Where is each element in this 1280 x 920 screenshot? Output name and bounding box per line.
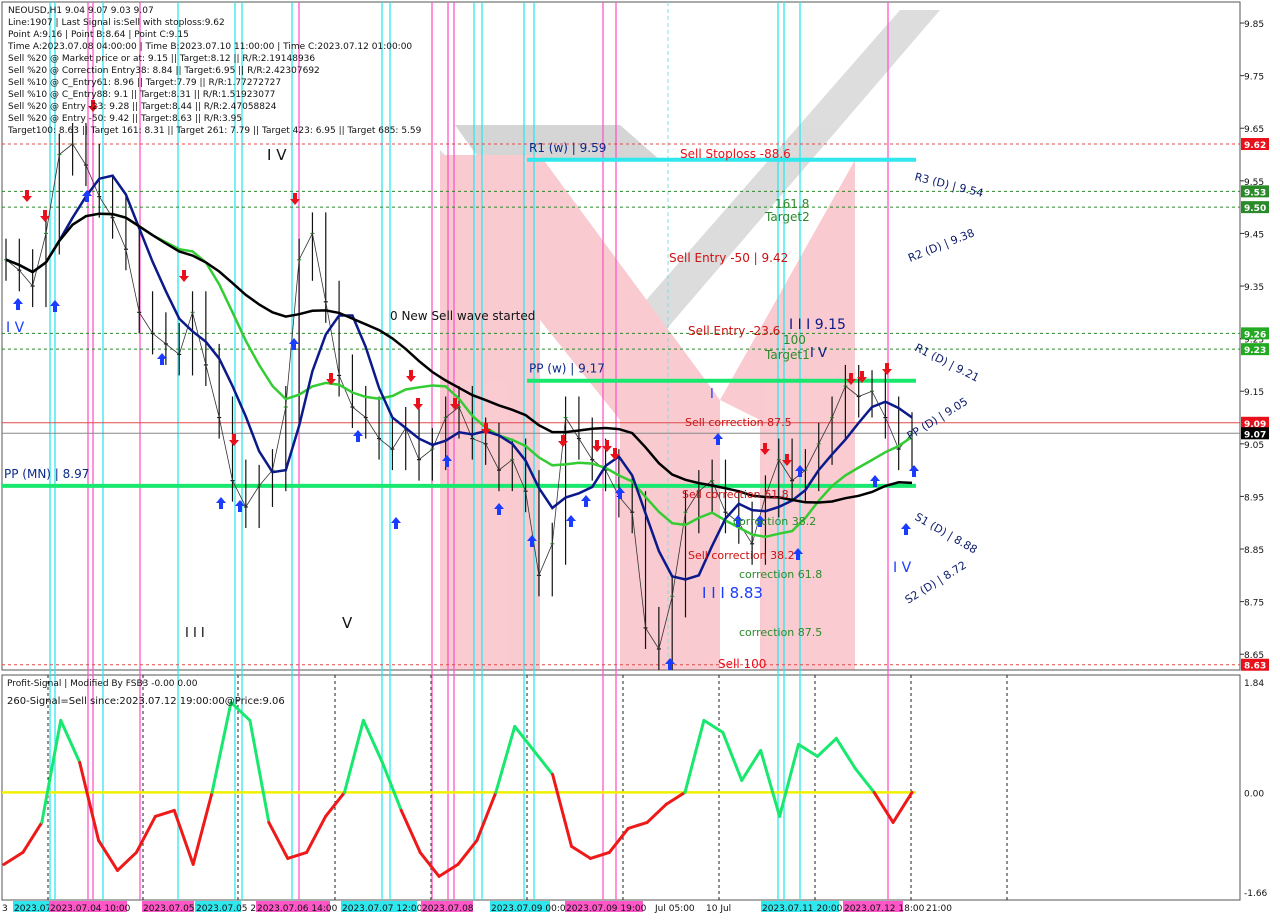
annotation-corr-875: correction 87.5 [739,626,822,639]
price-tick-label: 8.85 [1244,546,1264,556]
annotation-target1: Target1 [764,348,810,362]
price-badge-label: 9.23 [1244,346,1266,356]
price-tick-label: 9.05 [1244,441,1264,451]
price-tick-label: 9.65 [1244,125,1264,135]
price-tick-label: 9.15 [1244,388,1264,398]
time-axis-label: Jul 05:00 [654,904,695,914]
annotation-iv-left: I V [6,320,25,336]
annotation-fib100: 100 [783,333,806,347]
r1-weekly-label: R1 (w) | 9.59 [529,141,606,155]
info-line: Point A:9.16 | Point B:8.64 | Point C:9.… [8,30,189,40]
pp-weekly-label: PP (w) | 9.17 [529,362,605,376]
annotation-sell-entry-50: Sell Entry -50 | 9.42 [669,251,788,265]
oscillator-panel [1,674,1241,901]
time-axis-label: 2023.07.09 19:00 [566,904,647,914]
time-axis-label: 21:00 [926,904,952,914]
annotation-sell-stoploss: Sell Stoploss -88.6 [680,147,791,161]
annotation-sell-corr-61: Sell correction 61.8 [682,488,789,501]
price-tick-label: 8.75 [1244,599,1264,609]
time-axis-label: 2023.07.05 [143,904,195,914]
annotation-i-mark: I [710,387,714,402]
annotation-sell-entry-23: Sell Entry -23.6 [688,324,780,338]
oscillator-tick-label: -1.66 [1244,889,1268,899]
annotation-sell-corr-38: Sell correction 38.2 [688,549,795,562]
annotation-wave-iii-915: I I I 9.15 [789,317,846,333]
time-axis-label: 2023.07.12 18:00 [844,904,925,914]
time-axis-label: 2023.07.04 10:00 [50,904,131,914]
info-line: Sell %10 @ C_Entry88: 9.1 || Target:8.31… [8,90,275,100]
price-badge-label: 9.26 [1244,330,1266,340]
time-axis-label: 2023.07 [14,904,51,914]
time-axis-label: 10 Jul [706,904,731,914]
time-axis-label: 2023.07.08 [422,904,474,914]
price-tick-label: 9.75 [1244,73,1264,83]
annotation-iii-bottom: I I I [185,626,205,641]
price-badge-label: 8.63 [1244,662,1266,672]
price-badge-label: 9.62 [1244,141,1266,151]
price-tick-label: 9.45 [1244,230,1264,240]
price-tick-label: 9.35 [1244,283,1264,293]
time-axis-label: 2023.07.05 2 [196,904,256,914]
price-badge-label: 9.53 [1244,188,1266,198]
annotation-v-mark: I V [810,346,827,361]
oscillator-tick-label: 0.00 [1244,789,1264,799]
pp-monthly-label: PP (MN) | 8.97 [4,467,89,481]
symbol-header: NEOUSD,H1 9.04 9.07 9.03 9.07 [8,6,154,16]
annotation-sell-corr-875: Sell correction 87.5 [685,416,792,429]
info-line: Sell %20 @ Entry -50: 9.42 || Target:8.6… [8,114,242,124]
time-axis-label: 2023.07.11 20:00 [762,904,843,914]
annotation-v-bottom: V [342,614,353,632]
price-tick-label: 8.95 [1244,493,1264,503]
info-line: Sell %10 @ C_Entry61: 8.96 || Target:7.7… [8,78,281,88]
info-line: Sell %20 @ Market price or at: 9.15 || T… [8,54,315,64]
annotation-corr-618: correction 61.8 [739,568,822,581]
info-line: Time A:2023.07.08 04:00:00 | Time B:2023… [7,42,412,52]
annotation-target2: Target2 [764,210,810,224]
trading-chart[interactable]: 9.859.759.659.559.459.359.259.159.058.95… [0,0,1280,920]
price-badge-label: 9.50 [1244,204,1266,214]
info-line: Target100: 8.63 || Target 161: 8.31 || T… [7,126,422,136]
price-tick-label: 9.85 [1244,20,1264,30]
info-line: Line:1907 | Last Signal is:Sell with sto… [8,18,225,28]
annotation-iv-top: I V [267,146,287,164]
time-axis-label: 3 [2,904,8,914]
annotation-wave-iii-883: I I I 8.83 [702,584,763,602]
annotation-iv-right: I V [893,560,912,576]
info-line: Sell %20 @ Correction Entry38: 8.84 || T… [8,66,320,76]
oscillator-title: Profit-Signal | Modified By FSB3 -0.00 0… [7,679,198,689]
oscillator-tick-label: 1.84 [1244,679,1264,689]
oscillator-signal-text: 260-Signal=Sell since:2023.07.12 19:00:0… [7,696,285,707]
annotation-new-wave: 0 New Sell wave started [390,309,535,323]
price-badge-label: 9.07 [1244,430,1266,440]
time-axis-label: 2023.07.06 14:00 [257,904,338,914]
time-axis-label: 2023.07.09 00:00 [491,904,572,914]
annotation-sell100: Sell 100 [718,657,766,671]
annotation-corr-382: correction 38.2 [733,515,816,528]
annotation-fib161: 161.8 [775,197,809,211]
info-line: Sell %20 @ Entry -23: 9.28 || Target:8.4… [8,102,277,112]
time-axis-label: 2023.07.07 12:00 [342,904,423,914]
